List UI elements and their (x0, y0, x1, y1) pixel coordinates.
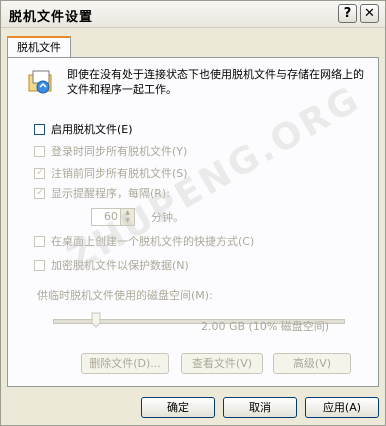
spinner-up-icon: ▲ (120, 209, 134, 217)
enable-offline-label: 启用脱机文件(E) (51, 123, 133, 136)
offline-files-dialog: 脱机文件设置 ? ✕ 脱机文件 即使在没有处于连接状态下也使用脱机文件与存储在网… (0, 0, 386, 426)
reminder-interval-unit: 分钟。 (151, 211, 184, 224)
encrypt-label: 加密脱机文件以保护数据(N) (51, 259, 189, 272)
cancel-button[interactable]: 取消 (223, 397, 297, 418)
shortcut-label: 在桌面上创建一个脱机文件的快捷方式(C) (51, 235, 255, 248)
title-bar: 脱机文件设置 ? ✕ (1, 1, 385, 28)
help-button[interactable]: ? (338, 4, 357, 23)
check-mark-icon: ✓ (36, 187, 45, 198)
close-button[interactable]: ✕ (360, 4, 379, 23)
sync-logon-label: 登录时同步所有脱机文件(Y) (51, 145, 188, 158)
encrypt-option: 加密脱机文件以保护数据(N) (34, 259, 189, 273)
enable-offline-checkbox[interactable] (34, 124, 45, 135)
sync-logoff-option: ✓ 注销前同步所有脱机文件(S) (34, 167, 188, 181)
disk-space-slider-thumb (91, 312, 101, 328)
shortcut-option: 在桌面上创建一个脱机文件的快捷方式(C) (34, 235, 254, 249)
spinner-down-icon: ▼ (120, 217, 134, 225)
disk-space-label: 供临时脱机文件使用的磁盘空间(M): (37, 289, 213, 302)
sync-logon-checkbox (34, 146, 45, 157)
check-mark-icon: ✓ (36, 167, 45, 178)
tab-offline-files[interactable]: 脱机文件 (7, 36, 71, 58)
disk-space-value: 2.00 GB (10% 磁盘空间) (201, 320, 330, 333)
reminder-label: 显示提醒程序，每隔(R): (51, 187, 170, 200)
reminder-interval-value: 60 (104, 210, 118, 223)
offline-files-icon (28, 70, 52, 94)
sync-logoff-label: 注销前同步所有脱机文件(S) (51, 167, 188, 180)
sync-logon-option: 登录时同步所有脱机文件(Y) (34, 145, 187, 159)
tab-panel (7, 57, 379, 387)
reminder-checkbox: ✓ (34, 187, 45, 199)
apply-button[interactable]: 应用(A) (305, 397, 379, 418)
encrypt-checkbox (34, 260, 45, 271)
sync-logoff-checkbox: ✓ (34, 167, 45, 179)
ok-button[interactable]: 确定 (141, 397, 215, 418)
reminder-option: ✓ 显示提醒程序，每隔(R): (34, 187, 170, 201)
delete-files-button: 删除文件(D)... (81, 353, 169, 374)
view-files-button: 查看文件(V) (181, 353, 263, 374)
window-title: 脱机文件设置 (9, 10, 94, 25)
advanced-button: 高级(V) (273, 353, 351, 374)
shortcut-checkbox (34, 236, 45, 247)
description-text: 即使在没有处于连接状态下也使用脱机文件与存储在网络上的文件和程序一起工作。 (67, 68, 364, 96)
reminder-interval-spinner: 60 ▲ ▼ (91, 208, 135, 226)
enable-offline-option[interactable]: 启用脱机文件(E) (34, 123, 133, 137)
